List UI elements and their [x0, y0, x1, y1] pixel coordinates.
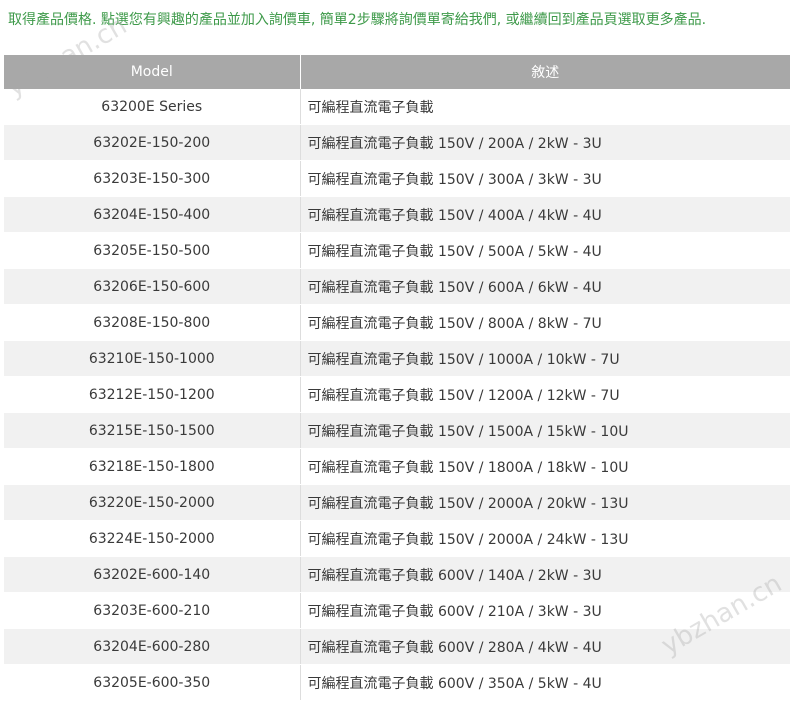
table-header-row: Model 敘述 — [4, 55, 790, 89]
table-row: 63204E-150-400 可編程直流電子負載 150V / 400A / 4k… — [4, 196, 790, 233]
table-row: 63202E-150-200 可編程直流電子負載 150V / 200A / 2k… — [4, 124, 790, 161]
table-row: 63200E Series 可編程直流電子負載 — [4, 89, 790, 125]
table-row: 63205E-150-500 可編程直流電子負載 150V / 500A / 5k… — [4, 232, 790, 269]
description-cell: 可編程直流電子負載 150V / 500A / 5kW - 4U — [300, 232, 790, 269]
model-cell: 63215E-150-1500 — [4, 412, 301, 449]
table-body: 63200E Series 可編程直流電子負載 63202E-150-200 可編程直… — [4, 89, 790, 701]
table-row: 63203E-600-210 可編程直流電子負載 600V / 210A / 3k… — [4, 592, 790, 629]
table-row: 63203E-150-300 可編程直流電子負載 150V / 300A / 3k… — [4, 160, 790, 197]
header-description: 敘述 — [300, 55, 790, 89]
description-cell: 可編程直流電子負載 150V / 1500A / 15kW - 10U — [300, 412, 790, 449]
model-cell: 63224E-150-2000 — [4, 520, 301, 557]
model-cell: 63218E-150-1800 — [4, 448, 301, 485]
description-cell: 可編程直流電子負載 150V / 2000A / 24kW - 13U — [300, 520, 790, 557]
model-cell: 63212E-150-1200 — [4, 376, 301, 413]
model-cell: 63205E-600-350 — [4, 664, 301, 701]
table-row: 63208E-150-800 可編程直流電子負載 150V / 800A / 8k… — [4, 304, 790, 341]
table-row: 63224E-150-2000 可編程直流電子負載 150V / 2000A / … — [4, 520, 790, 557]
header-model: Model — [4, 55, 301, 89]
description-cell: 可編程直流電子負載 600V / 280A / 4kW - 4U — [300, 628, 790, 665]
description-cell: 可編程直流電子負載 600V / 350A / 5kW - 4U — [300, 664, 790, 701]
description-cell: 可編程直流電子負載 150V / 600A / 6kW - 4U — [300, 268, 790, 305]
description-cell: 可編程直流電子負載 600V / 210A / 3kW - 3U — [300, 592, 790, 629]
table-row: 63204E-600-280 可編程直流電子負載 600V / 280A / 4k… — [4, 628, 790, 665]
description-cell: 可編程直流電子負載 150V / 1200A / 12kW - 7U — [300, 376, 790, 413]
model-cell: 63203E-600-210 — [4, 592, 301, 629]
model-cell: 63204E-600-280 — [4, 628, 301, 665]
model-cell: 63206E-150-600 — [4, 268, 301, 305]
description-cell: 可編程直流電子負載 150V / 300A / 3kW - 3U — [300, 160, 790, 197]
description-cell: 可編程直流電子負載 150V / 400A / 4kW - 4U — [300, 196, 790, 233]
table-row: 63202E-600-140 可編程直流電子負載 600V / 140A / 2k… — [4, 556, 790, 593]
table-row: 63220E-150-2000 可編程直流電子負載 150V / 2000A / … — [4, 484, 790, 521]
product-table: Model 敘述 63200E Series 可編程直流電子負載 63202E-15… — [4, 55, 790, 701]
description-cell: 可編程直流電子負載 — [300, 89, 790, 125]
table-row: 63206E-150-600 可編程直流電子負載 150V / 600A / 6k… — [4, 268, 790, 305]
model-cell: 63203E-150-300 — [4, 160, 301, 197]
model-cell: 63202E-600-140 — [4, 556, 301, 593]
model-cell: 63202E-150-200 — [4, 124, 301, 161]
table-row: 63205E-600-350 可編程直流電子負載 600V / 350A / 5k… — [4, 664, 790, 701]
table-row: 63218E-150-1800 可編程直流電子負載 150V / 1800A / … — [4, 448, 790, 485]
description-cell: 可編程直流電子負載 150V / 200A / 2kW - 3U — [300, 124, 790, 161]
table-row: 63212E-150-1200 可編程直流電子負載 150V / 1200A / … — [4, 376, 790, 413]
model-cell: 63204E-150-400 — [4, 196, 301, 233]
table-row: 63210E-150-1000 可編程直流電子負載 150V / 1000A / … — [4, 340, 790, 377]
description-cell: 可編程直流電子負載 600V / 140A / 2kW - 3U — [300, 556, 790, 593]
intro-text: 取得產品價格. 點選您有興趣的產品並加入詢價車, 簡單2步驟將詢價單寄給我們, … — [8, 12, 707, 28]
model-cell: 63208E-150-800 — [4, 304, 301, 341]
table-row: 63215E-150-1500 可編程直流電子負載 150V / 1500A / … — [4, 412, 790, 449]
model-cell: 63220E-150-2000 — [4, 484, 301, 521]
description-cell: 可編程直流電子負載 150V / 1000A / 10kW - 7U — [300, 340, 790, 377]
model-cell: 63205E-150-500 — [4, 232, 301, 269]
model-cell: 63210E-150-1000 — [4, 340, 301, 377]
description-cell: 可編程直流電子負載 150V / 1800A / 18kW - 10U — [300, 448, 790, 485]
description-cell: 可編程直流電子負載 150V / 2000A / 20kW - 13U — [300, 484, 790, 521]
description-cell: 可編程直流電子負載 150V / 800A / 8kW - 7U — [300, 304, 790, 341]
model-cell: 63200E Series — [4, 89, 301, 125]
